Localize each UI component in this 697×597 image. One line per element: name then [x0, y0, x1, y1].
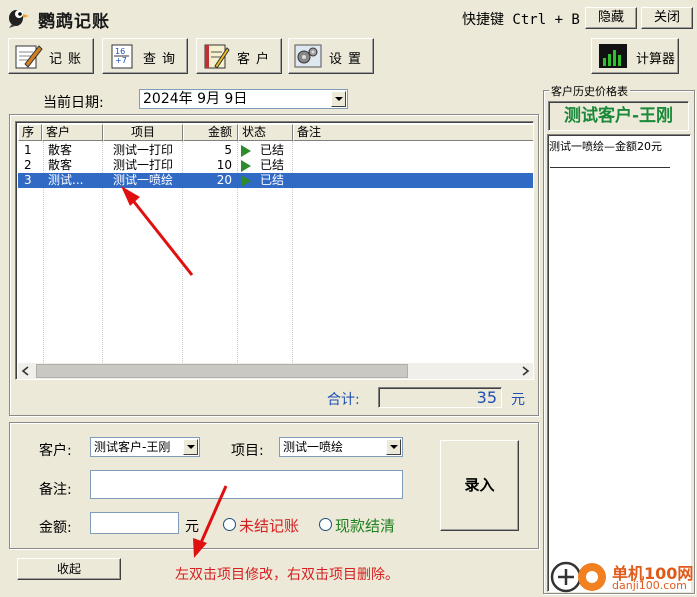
unsettled-radio[interactable]: [223, 518, 236, 531]
column-header-item[interactable]: 项目: [103, 124, 183, 141]
status-flag-icon: [241, 160, 251, 172]
row-customer: 散客: [48, 143, 73, 157]
status-flag-icon: [241, 175, 251, 187]
scroll-right-icon[interactable]: [517, 363, 533, 379]
row-amount: 5: [224, 143, 232, 157]
customer-field-label: 客户:: [39, 443, 72, 459]
item-select[interactable]: 测试一喷绘: [279, 437, 403, 457]
notebook-pen-icon: [15, 45, 43, 69]
watermark-url: danji100.com: [612, 579, 687, 592]
chevron-down-icon[interactable]: [386, 439, 401, 455]
row-status: 已结: [260, 143, 285, 157]
cash-settled-radio-label[interactable]: 现款结清: [335, 515, 395, 536]
customer-select-value: 测试客户-王刚: [94, 440, 171, 454]
note-input[interactable]: [90, 470, 403, 499]
table-row-selected[interactable]: 3 测试... 测试一喷绘 20 已结: [18, 173, 533, 188]
cash-settled-radio[interactable]: [319, 518, 332, 531]
history-list-item: 测试一喷绘—金额20元: [549, 140, 662, 153]
column-header-note[interactable]: 备注: [293, 124, 533, 141]
list-header: 序 客户 项目 金额 状态 备注: [18, 124, 533, 141]
item-field-label: 项目:: [231, 443, 264, 459]
row-item: 测试一打印: [113, 158, 174, 172]
divider: [550, 167, 670, 168]
scroll-left-icon[interactable]: [18, 363, 34, 379]
row-status: 已结: [260, 173, 285, 187]
calculator-button[interactable]: 计算器: [591, 38, 679, 74]
svg-text:+7: +7: [115, 56, 127, 65]
watermark-logo-icon: [550, 561, 606, 593]
row-status: 已结: [260, 158, 285, 172]
unsettled-radio-label[interactable]: 未结记账: [239, 515, 299, 536]
note-field-label: 备注:: [39, 482, 72, 498]
settings-label: 设置: [329, 52, 368, 67]
shortcut-hint: 快捷键 Ctrl + B: [462, 12, 580, 28]
total-label: 合计:: [327, 392, 360, 408]
parrot-icon: [9, 10, 29, 28]
calculator-label: 计算器: [636, 52, 676, 67]
history-price-list[interactable]: 测试一喷绘—金额20元: [547, 134, 691, 592]
table-row[interactable]: 1 散客 测试一打印 5 已结: [18, 143, 533, 158]
column-header-amount[interactable]: 金额: [183, 124, 238, 141]
date-label: 当前日期:: [43, 95, 104, 111]
query-label: 查询: [143, 52, 182, 67]
close-button[interactable]: 关闭: [641, 7, 693, 29]
amount-input[interactable]: [90, 512, 179, 534]
amount-field-label: 金额:: [39, 520, 72, 536]
collapse-button[interactable]: 收起: [17, 558, 121, 580]
calculation-sheet-icon: 16 +7: [111, 44, 133, 69]
status-flag-icon: [241, 145, 251, 157]
watermark: 单机100网 danji100.com: [548, 559, 696, 595]
customer-label: 客户: [237, 52, 276, 67]
row-item: 测试一打印: [113, 143, 174, 157]
record-label: 记账: [49, 52, 88, 67]
amount-unit: 元: [185, 519, 199, 535]
gears-icon: [294, 44, 322, 68]
total-unit: 元: [511, 392, 525, 408]
submit-entry-button[interactable]: 录入: [440, 440, 519, 531]
row-amount: 20: [216, 173, 232, 187]
row-no: 1: [24, 143, 32, 157]
column-header-no[interactable]: 序: [18, 124, 42, 141]
item-select-value: 测试一喷绘: [283, 440, 344, 454]
bar-chart-icon: [599, 44, 627, 68]
chevron-down-icon[interactable]: [183, 439, 198, 455]
row-customer: 测试...: [48, 173, 84, 187]
settings-button[interactable]: 设置: [288, 38, 374, 74]
record-button[interactable]: 记账: [8, 38, 94, 74]
horizontal-scrollbar[interactable]: [18, 363, 533, 379]
address-book-icon: [204, 44, 230, 69]
row-no: 2: [24, 158, 32, 172]
svg-text:16: 16: [115, 47, 125, 56]
row-item: 测试一喷绘: [113, 173, 174, 187]
query-button[interactable]: 16 +7 查询: [102, 38, 188, 74]
column-header-status[interactable]: 状态: [238, 124, 293, 141]
chevron-down-icon[interactable]: [331, 91, 346, 107]
scrollbar-thumb[interactable]: [36, 364, 408, 378]
hide-button[interactable]: 隐藏: [585, 7, 637, 29]
customer-button[interactable]: 客户: [196, 38, 282, 74]
usage-hint: 左双击项目修改，右双击项目删除。: [175, 567, 399, 583]
column-header-customer[interactable]: 客户: [42, 124, 103, 141]
row-customer: 散客: [48, 158, 73, 172]
history-price-title: 客户历史价格表: [549, 83, 630, 99]
total-value: 35: [378, 387, 502, 408]
history-customer-name: 测试客户-王刚: [548, 101, 689, 131]
table-row[interactable]: 2 散客 测试一打印 10 已结: [18, 158, 533, 173]
date-value: 2024年 9月 9日: [143, 91, 248, 107]
records-list[interactable]: 序 客户 项目 金额 状态 备注 1 散客 测试一打印 5 已结 2 散客 测试…: [15, 121, 534, 380]
row-no: 3: [24, 173, 32, 187]
row-amount: 10: [216, 158, 232, 172]
app-title: 鹦鹉记账: [38, 12, 110, 32]
customer-select[interactable]: 测试客户-王刚: [90, 437, 200, 457]
date-picker[interactable]: 2024年 9月 9日: [139, 89, 348, 109]
